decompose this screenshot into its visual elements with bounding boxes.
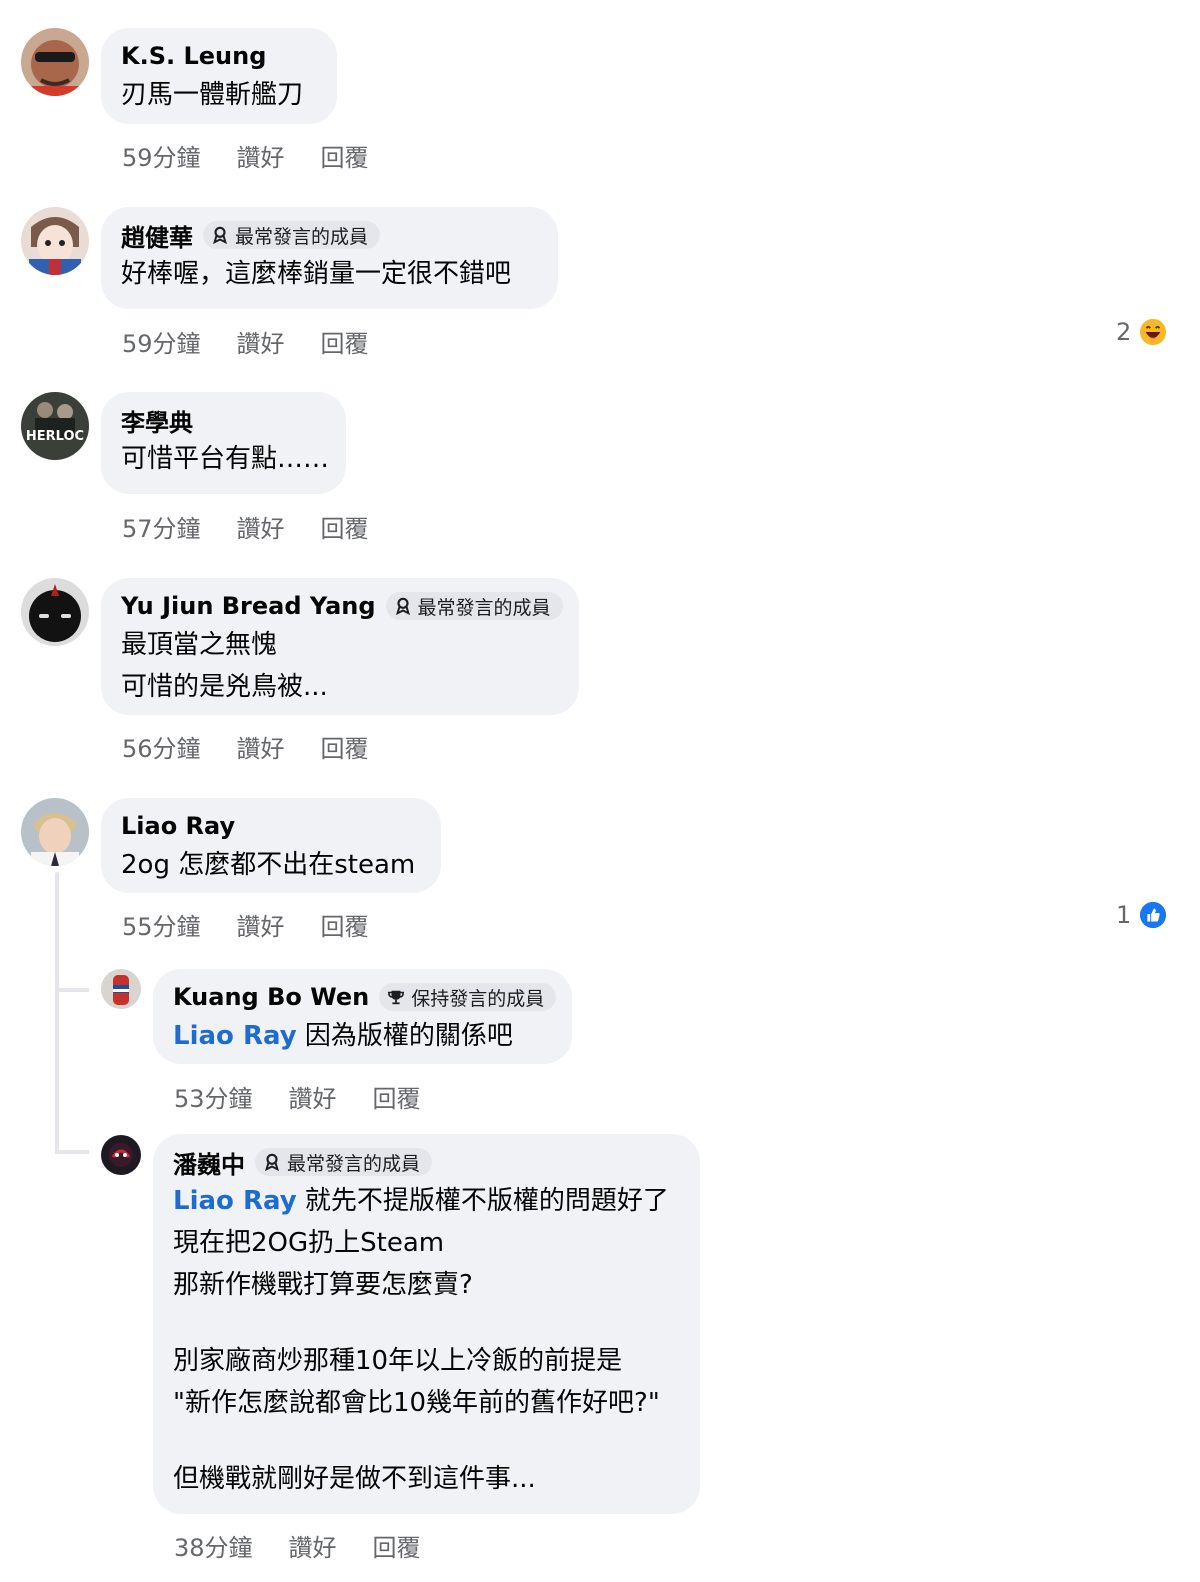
trophy-icon [388, 990, 405, 1005]
comment-time[interactable]: 55分鐘 [122, 907, 201, 942]
mention-link[interactable]: Liao Ray [173, 1021, 297, 1051]
like-button[interactable]: 讚好 [237, 324, 285, 359]
reply-text-body: 就先不提版權不版權的問題好了 [304, 1186, 669, 1216]
comment-time[interactable]: 59分鐘 [122, 324, 201, 359]
comment-actions: 56分鐘 讚好 回覆 [122, 729, 405, 764]
avatar[interactable]: HERLOC [21, 392, 89, 460]
award-icon [265, 1153, 279, 1171]
reaction-summary[interactable]: 2 [1116, 318, 1167, 346]
member-badge: 保持發言的成員 [379, 983, 557, 1011]
comment-bubble: Liao Ray 2og 怎麼都不出在steam [101, 798, 441, 893]
thumbs-up-icon [1139, 901, 1167, 929]
comment-actions: 59分鐘 讚好 回覆 [122, 324, 405, 359]
award-icon [395, 597, 410, 615]
comment-text: 好棒喔，這麼棒銷量一定很不錯吧 [121, 259, 512, 289]
avatar[interactable] [21, 207, 89, 275]
avatar[interactable] [101, 1135, 141, 1175]
avatar-text: HERLOC [26, 429, 84, 444]
reply-button[interactable]: 回覆 [373, 1079, 421, 1114]
comment-actions: 59分鐘 讚好 回覆 [122, 138, 405, 173]
reaction-summary[interactable]: 1 [1116, 901, 1167, 929]
commenter-name[interactable]: 趙健華 [121, 218, 193, 253]
badge-label: 最常發言的成員 [235, 225, 369, 248]
reaction-count: 1 [1116, 901, 1132, 929]
reply-actions: 53分鐘 讚好 回覆 [174, 1079, 457, 1114]
reply-button[interactable]: 回覆 [373, 1528, 421, 1563]
member-badge: 最常發言的成員 [385, 592, 563, 620]
commenter-name[interactable]: 李學典 [121, 403, 193, 438]
comment-bubble: Yu Jiun Bread Yang 最常發言的成員 最頂當之無愧 可惜的是兇鳥… [101, 578, 579, 715]
badge-label: 最常發言的成員 [417, 596, 551, 619]
reply-button[interactable]: 回覆 [321, 324, 369, 359]
comment-time[interactable]: 57分鐘 [122, 509, 201, 544]
comment-text: 2og 怎麼都不出在steam [121, 850, 416, 880]
reply-text: "新作怎麼說都會比10幾年前的舊作好吧?" [173, 1388, 660, 1418]
reply-text-body: 因為版權的關係吧 [304, 1021, 513, 1051]
reply-text: Liao Ray 就先不提版權不版權的問題好了 [173, 1180, 680, 1222]
like-button[interactable]: 讚好 [237, 509, 285, 544]
member-badge: 最常發言的成員 [255, 1148, 433, 1176]
commenter-name[interactable]: Liao Ray [121, 812, 235, 840]
comment-time[interactable]: 56分鐘 [122, 729, 201, 764]
like-button[interactable]: 讚好 [237, 138, 285, 173]
reply-text: Liao Ray 因為版權的關係吧 [173, 1015, 552, 1057]
comment-text: 可惜平台有點…… [121, 444, 330, 474]
reply-text: 那新作機戰打算要怎麼賣? [173, 1270, 473, 1300]
commenter-name[interactable]: 潘巍中 [173, 1145, 245, 1180]
commenter-name[interactable]: Kuang Bo Wen [173, 983, 369, 1011]
reply-text: 別家廠商炒那種10年以上冷飯的前提是 [173, 1346, 623, 1376]
reply-button[interactable]: 回覆 [321, 729, 369, 764]
badge-label: 最常發言的成員 [287, 1152, 421, 1175]
avatar[interactable] [21, 578, 89, 646]
reply-text: 但機戰就剛好是做不到這件事... [173, 1464, 536, 1494]
comment-text: 可惜的是兇鳥被... [121, 672, 328, 702]
commenter-name[interactable]: Yu Jiun Bread Yang [121, 592, 376, 620]
reply-text: 現在把2OG扔上Steam [173, 1228, 445, 1258]
comment-bubble: 趙健華 最常發言的成員 好棒喔，這麼棒銷量一定很不錯吧 [101, 207, 558, 309]
avatar[interactable] [21, 28, 89, 96]
comment-bubble: 李學典 可惜平台有點…… [101, 392, 346, 494]
comment-actions: 57分鐘 讚好 回覆 [122, 509, 405, 544]
reply-bubble: Kuang Bo Wen 保持發言的成員 Liao Ray 因為版權的關係吧 [153, 969, 572, 1064]
reply-button[interactable]: 回覆 [321, 138, 369, 173]
comment-time[interactable]: 38分鐘 [174, 1528, 253, 1563]
reaction-count: 2 [1116, 318, 1132, 346]
reply-bubble: 潘巍中 最常發言的成員 Liao Ray 就先不提版權不版權的問題好了 現在把2… [153, 1134, 700, 1514]
like-button[interactable]: 讚好 [289, 1079, 337, 1114]
reply-actions: 38分鐘 讚好 回覆 [174, 1528, 457, 1563]
badge-label: 保持發言的成員 [411, 987, 545, 1010]
like-button[interactable]: 讚好 [237, 907, 285, 942]
comment-time[interactable]: 59分鐘 [122, 138, 201, 173]
reply-button[interactable]: 回覆 [321, 907, 369, 942]
award-icon [213, 226, 227, 244]
like-button[interactable]: 讚好 [237, 729, 285, 764]
comment-time[interactable]: 53分鐘 [174, 1079, 253, 1114]
thread-line-vertical [55, 872, 59, 1152]
like-button[interactable]: 讚好 [289, 1528, 337, 1563]
avatar[interactable] [101, 969, 141, 1009]
reply-button[interactable]: 回覆 [321, 509, 369, 544]
comment-text: 最頂當之無愧 [121, 630, 278, 660]
commenter-name[interactable]: K.S. Leung [121, 42, 266, 70]
comment-bubble: K.S. Leung 刃馬一體斬艦刀 [101, 28, 337, 124]
laughing-emoji-icon [1139, 318, 1167, 346]
comment-actions: 55分鐘 讚好 回覆 [122, 907, 405, 942]
comment-text: 刃馬一體斬艦刀 [121, 80, 304, 110]
avatar[interactable] [21, 798, 89, 866]
mention-link[interactable]: Liao Ray [173, 1186, 297, 1216]
thread-line-branch-1 [55, 988, 89, 992]
member-badge: 最常發言的成員 [203, 221, 381, 249]
thread-line-branch-2 [55, 1150, 89, 1154]
